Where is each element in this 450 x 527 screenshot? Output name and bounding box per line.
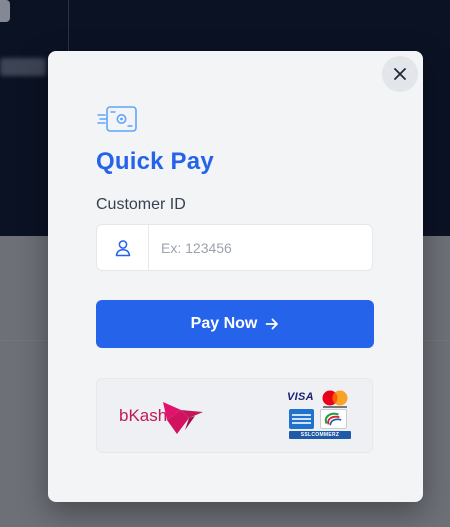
bkash-bird-icon xyxy=(163,402,203,434)
arrow-right-icon xyxy=(265,318,279,330)
user-icon xyxy=(115,239,130,256)
close-icon xyxy=(394,68,406,80)
bank-card-icon xyxy=(320,409,347,429)
fast-payment-icon xyxy=(97,106,137,132)
modal-title: Quick Pay xyxy=(96,148,214,175)
customer-id-input[interactable] xyxy=(149,225,372,270)
card-brands: VISA SSLCOMMERZ xyxy=(287,389,353,441)
payment-methods-banner: bKash VISA SSLCOMMERZ xyxy=(96,378,373,453)
background-nav-text xyxy=(0,58,46,76)
pay-now-label: Pay Now xyxy=(190,315,258,332)
quick-pay-modal: Quick Pay Customer ID Pay Now bKash xyxy=(48,51,423,502)
visa-logo: VISA xyxy=(287,391,314,403)
customer-id-field xyxy=(96,224,373,271)
user-icon-wrapper xyxy=(97,225,149,270)
amex-icon xyxy=(289,409,314,429)
customer-id-label: Customer ID xyxy=(96,196,186,213)
background-divider xyxy=(68,0,69,52)
pay-now-button[interactable]: Pay Now xyxy=(96,300,374,348)
mastercard-icon xyxy=(322,390,348,408)
close-button[interactable] xyxy=(382,56,418,92)
background-logo xyxy=(0,0,10,22)
bkash-logo: bKash xyxy=(119,396,205,436)
sslcommerz-logo: SSLCOMMERZ xyxy=(289,431,351,439)
